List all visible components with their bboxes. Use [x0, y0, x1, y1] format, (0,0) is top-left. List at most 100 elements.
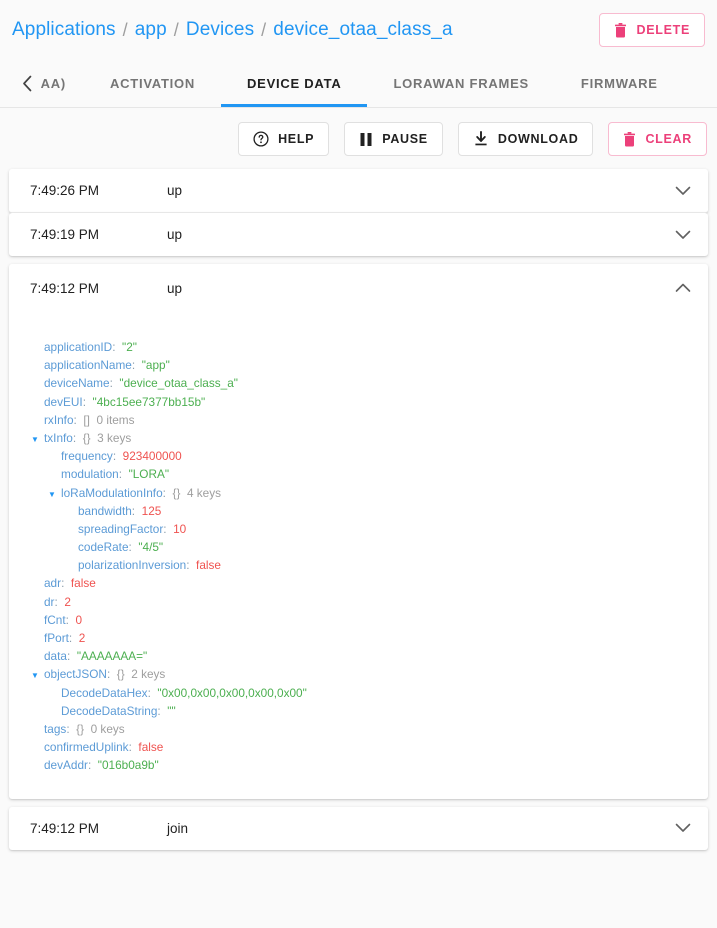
json-brace: {}	[82, 430, 98, 445]
table-row[interactable]: 7:49:19 PM up	[9, 213, 708, 256]
event-type: join	[167, 820, 189, 836]
json-key: dr	[44, 594, 55, 609]
json-value: 125	[141, 503, 162, 518]
event-time: 7:49:12 PM	[30, 280, 100, 296]
json-colon: :	[157, 703, 168, 718]
json-meta: 2 keys	[131, 667, 166, 682]
json-indent-spacer: ▼	[31, 613, 44, 631]
json-colon: :	[186, 558, 197, 573]
tab-firmware[interactable]: FIRMWARE	[555, 60, 684, 107]
json-key: spreadingFactor	[78, 521, 164, 536]
json-key: DecodeDataString	[61, 703, 158, 718]
json-colon: :	[128, 540, 139, 555]
pause-icon	[359, 132, 373, 147]
json-colon: :	[65, 612, 76, 627]
json-line: ▼confirmedUplink: false	[19, 738, 698, 756]
trash-icon	[614, 22, 627, 38]
json-line: ▼spreadingFactor: 10	[19, 520, 698, 538]
json-collapse-triangle-icon[interactable]: ▼	[31, 431, 44, 449]
json-collapse-triangle-icon[interactable]: ▼	[48, 486, 61, 504]
json-indent-spacer: ▼	[31, 376, 44, 394]
table-row[interactable]: 7:49:12 PM up	[9, 264, 708, 312]
json-colon: :	[112, 449, 123, 464]
help-button-label: HELP	[278, 132, 315, 146]
json-colon: :	[61, 576, 71, 591]
chevron-down-icon[interactable]	[672, 230, 694, 240]
json-line: ▼devAddr: "016b0a9b"	[19, 756, 698, 774]
pause-button[interactable]: PAUSE	[344, 122, 443, 156]
json-value: "app"	[141, 358, 170, 373]
tab-device-data[interactable]: DEVICE DATA	[221, 60, 368, 107]
json-value: 923400000	[122, 449, 182, 464]
json-value: 2	[78, 631, 86, 645]
json-value: 10	[173, 521, 187, 536]
event-json-tree: ▼applicationID: "2"▼applicationName: "ap…	[9, 312, 708, 799]
json-value: "LORA"	[128, 467, 170, 482]
tabs-scroll-left-button[interactable]	[14, 75, 40, 92]
json-key: txInfo	[44, 430, 73, 445]
json-line: ▼modulation: "LORA"	[19, 465, 698, 483]
json-key: applicationName	[44, 358, 132, 373]
tab-lorawan-frames[interactable]: LORAWAN FRAMES	[367, 60, 554, 107]
breadcrumb-item-devices[interactable]: Devices	[186, 19, 254, 41]
clear-button[interactable]: CLEAR	[608, 122, 707, 156]
json-colon: :	[131, 503, 142, 518]
json-indent-spacer: ▼	[31, 722, 44, 740]
json-colon: :	[106, 667, 117, 682]
device-data-event-list: 7:49:26 PM up 7:49:19 PM up 7:49:12 PM u…	[0, 169, 717, 868]
page-header: Applications / app / Devices / device_ot…	[0, 0, 717, 60]
json-value: "016b0a9b"	[97, 758, 159, 773]
json-colon: :	[163, 521, 174, 536]
breadcrumb: Applications / app / Devices / device_ot…	[12, 19, 599, 41]
json-colon: :	[87, 758, 98, 773]
json-line: ▼applicationName: "app"	[19, 356, 698, 374]
json-line: ▼DecodeDataHex: "0x00,0x00,0x00,0x00,0x0…	[19, 684, 698, 702]
download-icon	[473, 131, 489, 147]
json-meta: 4 keys	[186, 485, 222, 500]
delete-button[interactable]: DELETE	[599, 13, 705, 47]
json-value: "2"	[122, 340, 137, 354]
json-indent-spacer: ▼	[31, 358, 44, 376]
json-meta: 0 keys	[90, 721, 125, 736]
json-key: devEUI	[44, 394, 83, 409]
table-row[interactable]: 7:49:12 PM join	[9, 807, 708, 850]
tab-label: FIRMWARE	[580, 76, 658, 91]
delete-button-label: DELETE	[636, 23, 690, 37]
help-button[interactable]: HELP	[238, 122, 330, 156]
json-colon: :	[128, 740, 139, 755]
device-data-toolbar: HELP PAUSE DOWNLOAD CLEAR	[0, 108, 717, 169]
json-key: tags	[44, 721, 67, 736]
tab-device-keys-otaa[interactable]: AA)	[40, 60, 84, 107]
json-line: ▼fPort: 2	[19, 629, 698, 647]
breadcrumb-item-app[interactable]: app	[135, 19, 167, 41]
table-row[interactable]: 7:49:26 PM up	[9, 169, 708, 212]
json-colon: :	[118, 467, 129, 482]
json-key: rxInfo	[44, 412, 74, 427]
json-key: modulation	[61, 467, 119, 482]
clear-button-label: CLEAR	[645, 132, 692, 146]
json-indent-spacer: ▼	[31, 649, 44, 667]
json-line: ▼fCnt: 0	[19, 611, 698, 629]
json-line: ▼DecodeDataString: ""	[19, 702, 698, 720]
json-line: ▼devEUI: "4bc15ee7377bb15b"	[19, 393, 698, 411]
download-button[interactable]: DOWNLOAD	[457, 122, 594, 156]
json-colon: :	[147, 685, 158, 700]
breadcrumb-item-device[interactable]: device_otaa_class_a	[273, 19, 452, 41]
event-card: 7:49:19 PM up	[9, 213, 708, 256]
tab-label: DEVICE DATA	[247, 76, 342, 91]
json-brace: {}	[172, 485, 187, 500]
json-line: ▼dr: 2	[19, 593, 698, 611]
json-indent-spacer: ▼	[48, 686, 61, 704]
trash-icon	[623, 131, 636, 147]
json-colon: :	[66, 721, 77, 736]
chevron-down-icon[interactable]	[672, 186, 694, 196]
chevron-down-icon[interactable]	[672, 823, 694, 833]
tab-bar: AA) ACTIVATION DEVICE DATA LORAWAN FRAME…	[0, 60, 717, 108]
json-line: ▼polarizationInversion: false	[19, 556, 698, 574]
json-indent-spacer: ▼	[31, 576, 44, 594]
tab-activation[interactable]: ACTIVATION	[84, 60, 221, 107]
json-collapse-triangle-icon[interactable]: ▼	[31, 667, 44, 685]
breadcrumb-item-applications[interactable]: Applications	[12, 19, 116, 41]
chevron-up-icon[interactable]	[672, 283, 694, 293]
json-value: "0x00,0x00,0x00,0x00,0x00"	[157, 685, 307, 700]
